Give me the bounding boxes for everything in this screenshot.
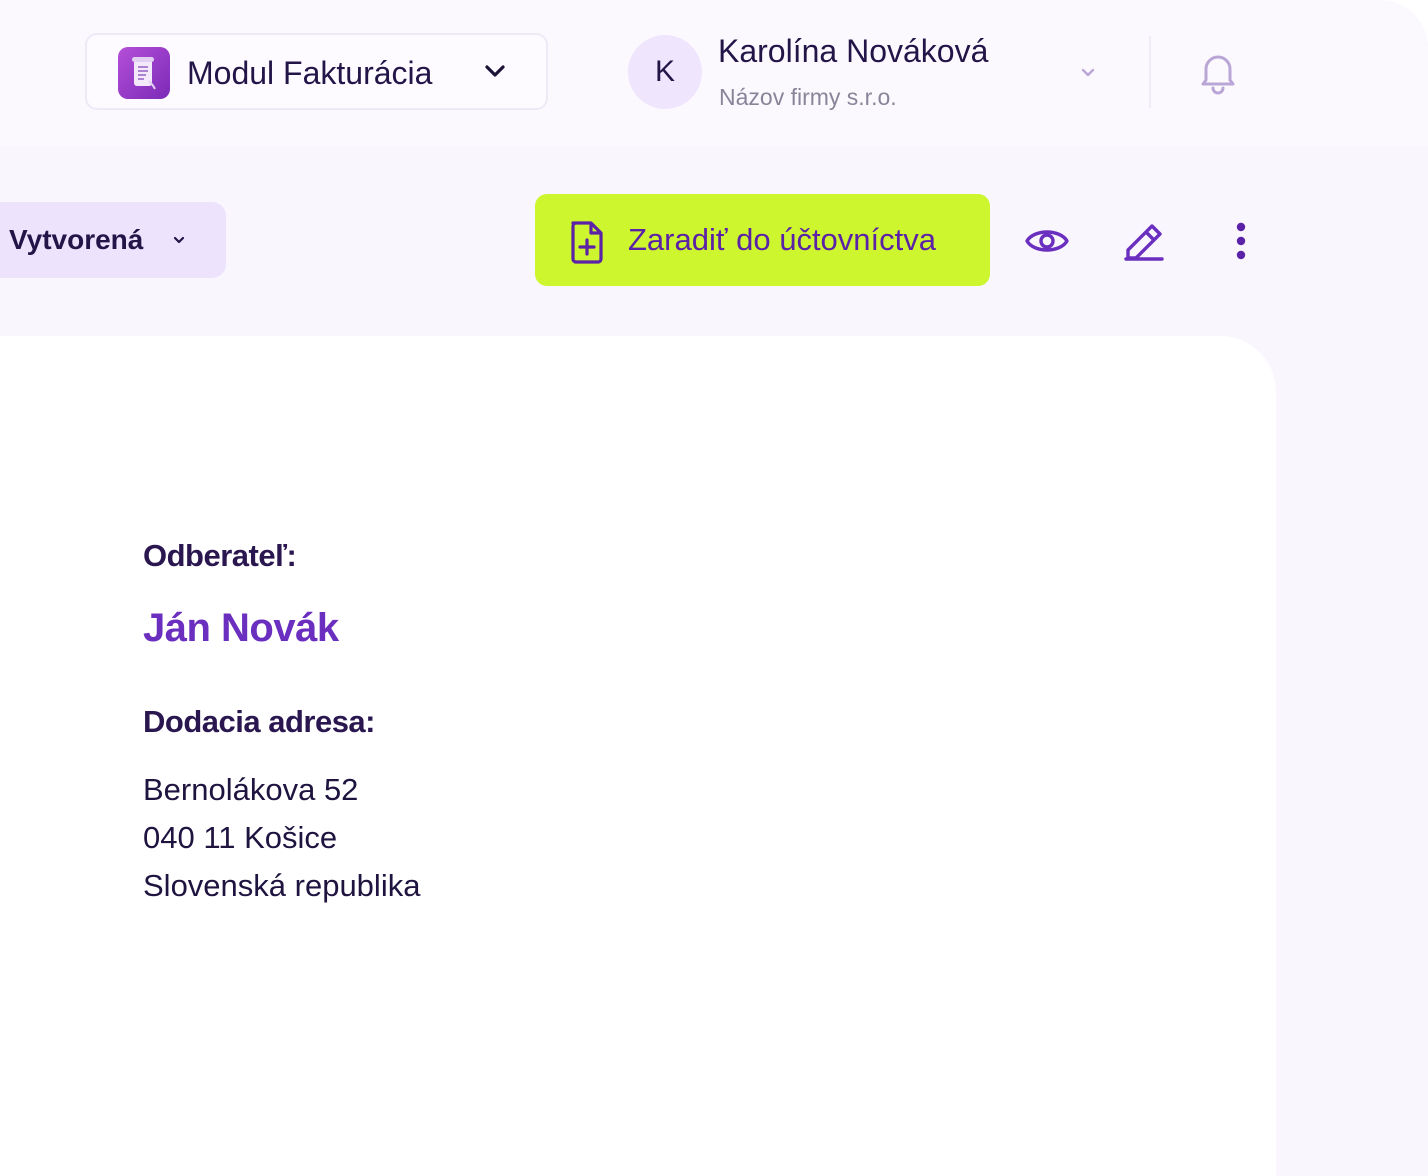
app-frame: Modul Fakturácia K Karolína Nováková Náz… — [0, 0, 1428, 1176]
eye-icon[interactable] — [1024, 221, 1070, 261]
address-line: Slovenská republika — [143, 868, 421, 903]
user-name[interactable]: Karolína Nováková — [718, 33, 988, 70]
status-label: Vytvorená — [9, 224, 144, 255]
invoice-scroll-icon — [118, 47, 170, 99]
top-bar: Modul Fakturácia K Karolína Nováková Náz… — [0, 0, 1428, 146]
status-dropdown[interactable]: Vytvorená — [0, 202, 226, 278]
more-options-icon[interactable] — [1228, 220, 1254, 262]
module-selector[interactable]: Modul Fakturácia — [85, 33, 548, 110]
chevron-down-icon — [485, 65, 505, 77]
customer-name: Ján Novák — [143, 606, 339, 650]
delivery-address-label: Dodacia adresa: — [143, 704, 376, 739]
user-menu-chevron-icon[interactable] — [1076, 60, 1100, 84]
customer-label: Odberateľ: — [143, 538, 297, 573]
pencil-icon[interactable] — [1122, 218, 1166, 262]
divider — [1149, 36, 1151, 108]
address-line: 040 11 Košice — [143, 820, 338, 855]
module-label: Modul Fakturácia — [187, 55, 433, 91]
invoice-card: Odberateľ: Ján Novák Dodacia adresa: Ber… — [0, 336, 1276, 1176]
company-name: Názov firmy s.r.o. — [719, 84, 897, 110]
avatar[interactable]: K — [628, 35, 702, 109]
add-to-accounting-label: Zaradiť do účtovníctva — [628, 222, 937, 257]
add-to-accounting-button[interactable]: Zaradiť do účtovníctva — [535, 194, 990, 286]
address-line: Bernolákova 52 — [143, 772, 359, 807]
file-plus-icon — [571, 221, 603, 264]
bell-icon[interactable] — [1193, 47, 1243, 97]
chevron-down-icon — [173, 236, 185, 244]
avatar-initial: K — [654, 55, 675, 88]
